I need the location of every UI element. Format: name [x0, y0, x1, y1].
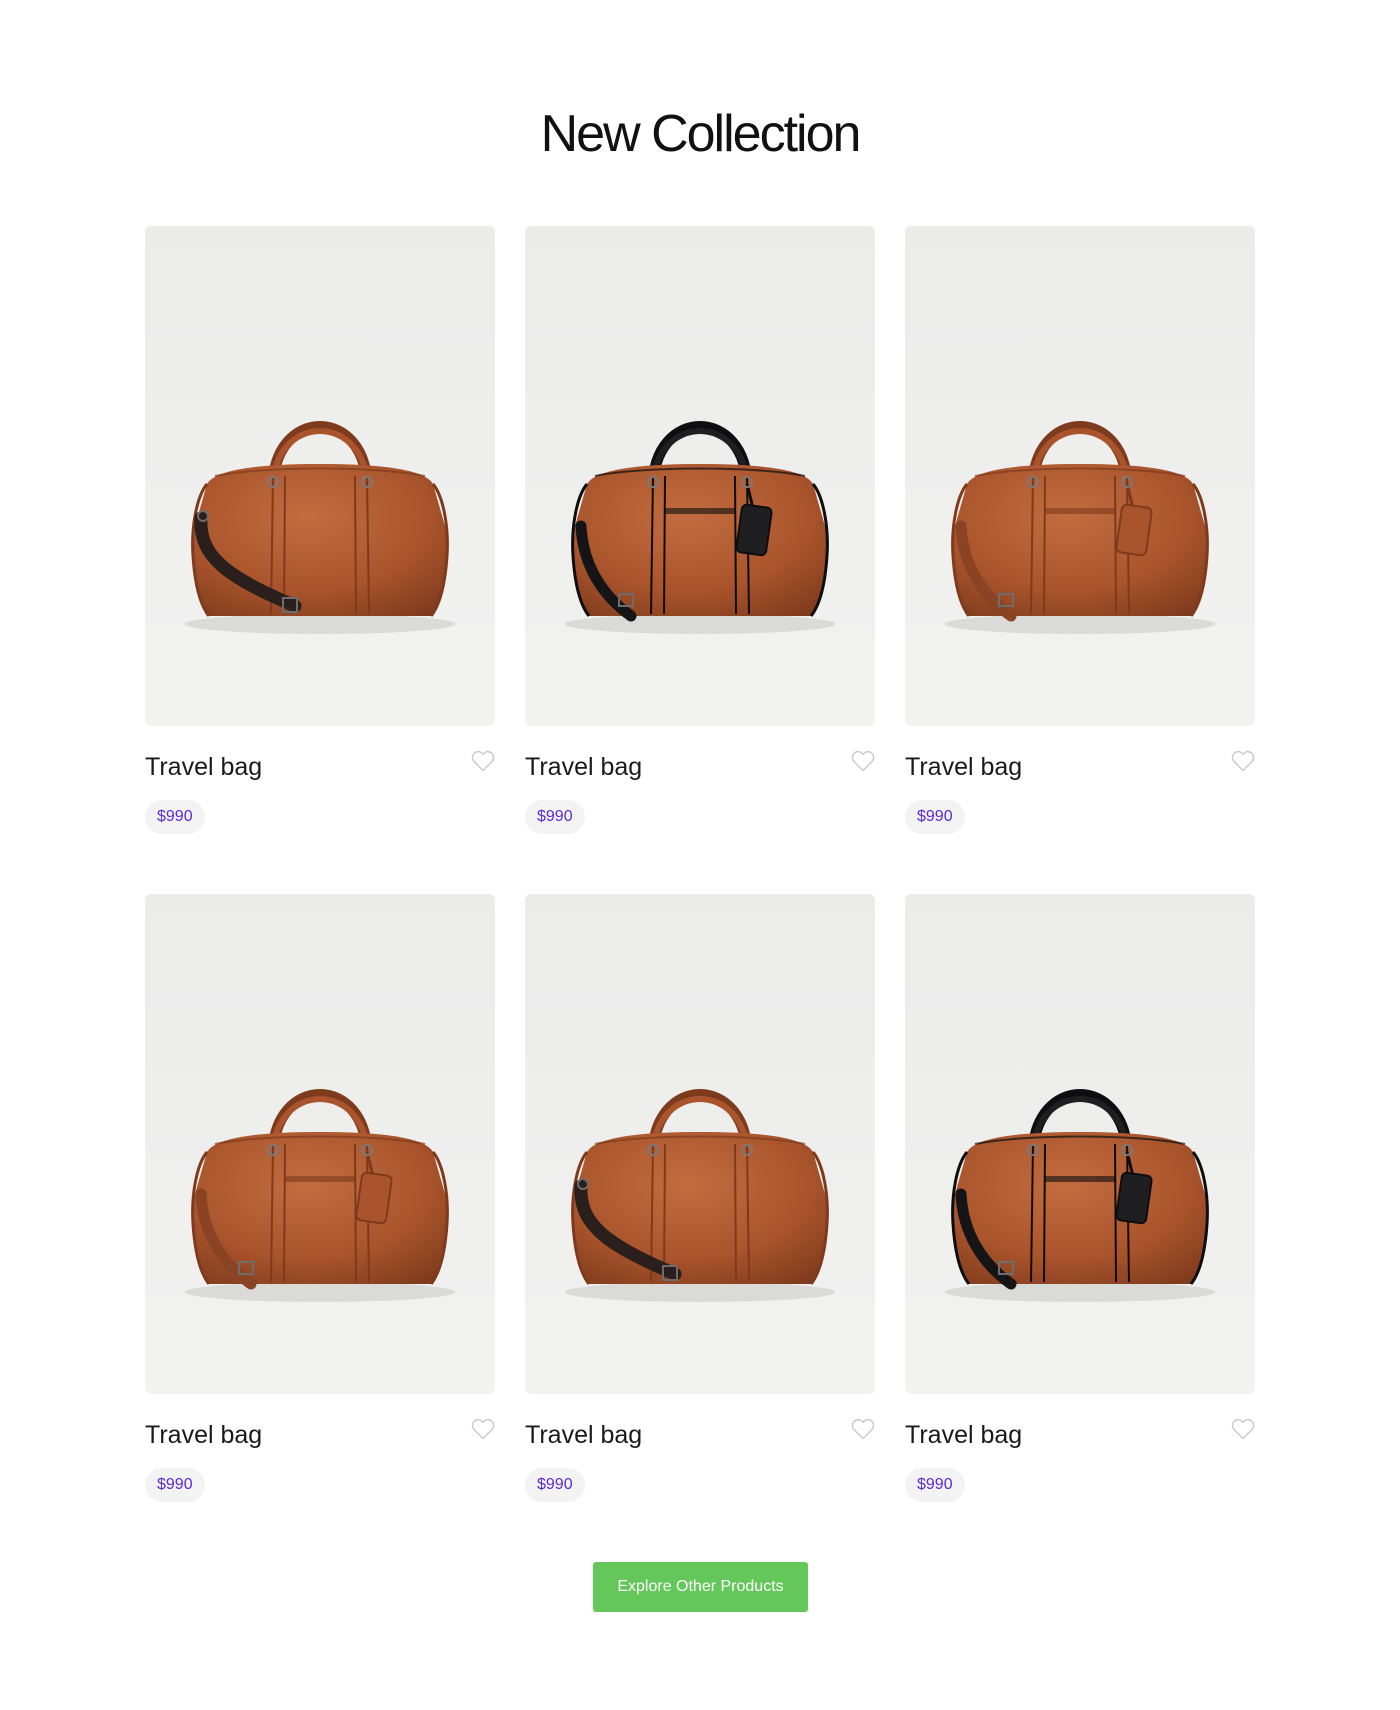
price-badge: $990 [145, 800, 205, 834]
product-title[interactable]: Travel bag [525, 1418, 642, 1452]
product-card[interactable]: Travel bag $990 [525, 894, 875, 1562]
price-badge: $990 [145, 1468, 205, 1502]
price-badge: $990 [905, 800, 965, 834]
product-card[interactable]: Travel bag $990 [905, 894, 1255, 1562]
product-title[interactable]: Travel bag [145, 1418, 262, 1452]
product-grid: Travel bag $990 Travel bag $990 Travel b… [145, 226, 1255, 1562]
product-title[interactable]: Travel bag [525, 750, 642, 784]
explore-other-products-button[interactable]: Explore Other Products [593, 1562, 808, 1612]
heart-outline-icon[interactable] [471, 750, 495, 772]
product-image[interactable] [905, 226, 1255, 726]
price-badge: $990 [525, 800, 585, 834]
product-image[interactable] [525, 226, 875, 726]
product-title[interactable]: Travel bag [905, 750, 1022, 784]
product-title[interactable]: Travel bag [905, 1418, 1022, 1452]
product-card[interactable]: Travel bag $990 [905, 226, 1255, 894]
price-badge: $990 [905, 1468, 965, 1502]
product-card[interactable]: Travel bag $990 [145, 226, 495, 894]
product-card[interactable]: Travel bag $990 [525, 226, 875, 894]
product-title[interactable]: Travel bag [145, 750, 262, 784]
product-image[interactable] [145, 226, 495, 726]
product-image[interactable] [145, 894, 495, 1394]
product-image[interactable] [525, 894, 875, 1394]
section-title: New Collection [540, 105, 862, 163]
product-collection-page: New Collection Travel bag $990 Travel ba… [0, 0, 1400, 1710]
heart-outline-icon[interactable] [851, 750, 875, 772]
price-badge: $990 [525, 1468, 585, 1502]
heart-outline-icon[interactable] [1231, 1418, 1255, 1440]
heart-outline-icon[interactable] [471, 1418, 495, 1440]
heart-outline-icon[interactable] [851, 1418, 875, 1440]
heart-outline-icon[interactable] [1231, 750, 1255, 772]
product-card[interactable]: Travel bag $990 [145, 894, 495, 1562]
product-image[interactable] [905, 894, 1255, 1394]
